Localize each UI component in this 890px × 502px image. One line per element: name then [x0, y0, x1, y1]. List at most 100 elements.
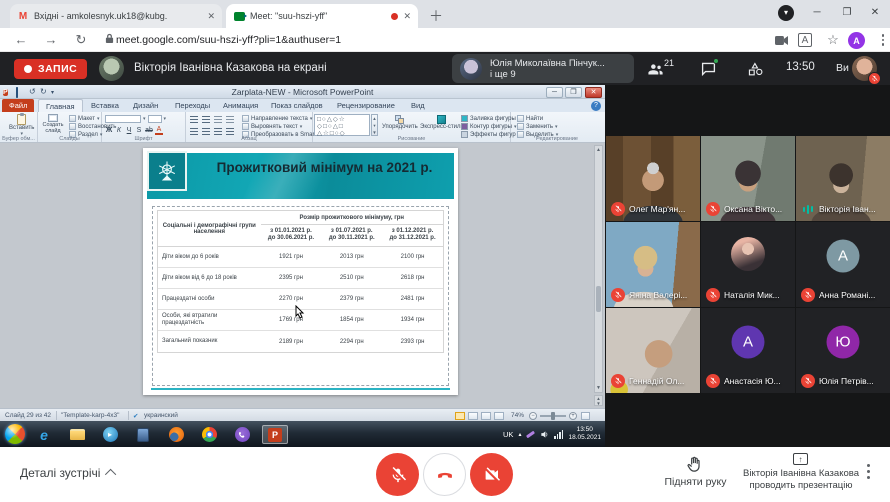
ribbon-tab-home[interactable]: Главная [38, 99, 83, 112]
ie-icon[interactable]: e [31, 425, 57, 444]
pen-icon[interactable] [526, 430, 535, 438]
new-slide-button[interactable]: Создать слайд [40, 114, 66, 134]
viber-icon[interactable] [229, 425, 255, 444]
replace-button[interactable]: Заменить▾ [517, 123, 557, 130]
app-icon[interactable] [130, 425, 156, 444]
participant-tile[interactable]: A Анна Романі... [796, 222, 890, 307]
forward-icon[interactable]: → [42, 31, 60, 49]
ppt-canvas[interactable]: Прожитковий мінімум на 2021 р. Соціальні… [0, 143, 605, 408]
italic-button[interactable]: К [115, 127, 123, 134]
raise-hand-label[interactable]: Підняти руку [648, 476, 743, 488]
slide[interactable]: Прожитковий мінімум на 2021 р. Соціальні… [143, 148, 458, 395]
explorer-icon[interactable] [64, 425, 90, 444]
volume-icon[interactable] [540, 430, 549, 439]
find-button[interactable]: Найти [517, 115, 543, 122]
ribbon-tab-animation[interactable]: Анимация [216, 99, 265, 112]
sorter-view-button[interactable] [468, 412, 478, 420]
reload-icon[interactable]: ↻ [72, 31, 90, 49]
mediaplayer-icon[interactable]: ▸ [97, 425, 123, 444]
zoom-out-icon[interactable]: − [529, 412, 537, 420]
ribbon-tab-transitions[interactable]: Переходы [168, 99, 217, 112]
arrange-button[interactable]: Упорядочить [382, 115, 418, 130]
scroll-thumb[interactable] [596, 286, 601, 312]
minimize-window-button[interactable]: ─ [806, 4, 828, 22]
quick-styles-button[interactable]: Экспресс-стили [420, 115, 464, 130]
slide-nav-buttons[interactable]: ▲▼ [594, 395, 603, 406]
spellcheck-icon[interactable]: ✔ [133, 412, 138, 420]
hidden-icons-arrow[interactable]: ▴ [518, 431, 521, 438]
tab-meet[interactable]: Meet: "suu-hszi-yff" ✕ [226, 4, 418, 28]
normal-view-button[interactable] [455, 412, 465, 420]
fit-to-window-icon[interactable] [581, 412, 590, 420]
new-tab-button[interactable]: ＋ [426, 6, 446, 26]
text-direction-button[interactable]: Направление текста▾ [242, 115, 312, 122]
extension-icon[interactable]: ▾ [778, 5, 794, 21]
list-buttons[interactable] [190, 116, 234, 123]
vertical-scrollbar[interactable]: ▲ ▼ [594, 145, 603, 393]
close-tab-icon[interactable]: ✕ [207, 11, 215, 22]
close-window-button[interactable]: ✕ [864, 4, 886, 22]
chat-icon[interactable] [698, 59, 718, 79]
meeting-details-button[interactable]: Деталі зустрічі [20, 466, 116, 480]
powerpoint-taskbar-icon[interactable]: P [262, 425, 288, 444]
participant-tile[interactable]: Геннадій Ол... [606, 308, 700, 393]
mic-toggle-button[interactable] [376, 453, 419, 496]
chrome-icon[interactable] [196, 425, 222, 444]
close-tab-icon[interactable]: ✕ [403, 11, 411, 22]
underline-button[interactable]: Ч [125, 127, 133, 134]
language-indicator[interactable]: UK [503, 430, 513, 439]
participant-tile[interactable]: Ю Юлія Петрів... [796, 308, 890, 393]
network-icon[interactable] [554, 430, 563, 439]
camera-toggle-button[interactable] [470, 453, 513, 496]
shadow-button[interactable]: S [135, 127, 143, 134]
font-family-select[interactable]: ▾▾ [105, 115, 166, 123]
more-options-icon[interactable] [862, 464, 874, 479]
browser-profile-avatar[interactable]: A [848, 32, 865, 49]
participant-tile[interactable]: Оксана Вікто... [701, 136, 795, 221]
start-button[interactable] [5, 424, 25, 444]
bookmark-star-icon[interactable]: ☆ [824, 31, 842, 49]
end-call-button[interactable] [423, 453, 466, 496]
language-indicator[interactable]: украинский [144, 412, 178, 419]
activities-icon[interactable] [746, 59, 766, 79]
browser-menu-icon[interactable] [874, 31, 890, 49]
slideshow-view-button[interactable] [494, 412, 504, 420]
zoom-slider-thumb[interactable] [551, 412, 555, 420]
ribbon-tab-slideshow[interactable]: Показ слайдов [264, 99, 330, 112]
ribbon-tab-design[interactable]: Дизайн [126, 99, 165, 112]
reading-view-button[interactable] [481, 412, 491, 420]
ribbon-tab-view[interactable]: Вид [404, 99, 432, 112]
restore-window-button[interactable]: ❐ [836, 4, 858, 22]
font-format-buttons[interactable]: Ж К Ч S ab A [105, 126, 163, 135]
scroll-down-icon[interactable]: ▼ [595, 385, 602, 391]
align-buttons[interactable] [190, 128, 234, 135]
tab-gmail[interactable]: M Вхідні - amkolesnyk.uk18@kubg. ✕ [10, 4, 222, 28]
participant-tile[interactable]: Вікторія Іван... [796, 136, 890, 221]
shapes-scroll[interactable]: ▲▾▼ [371, 114, 378, 136]
paste-button[interactable]: Вставить▾ [9, 114, 34, 137]
url-field[interactable]: meet.google.com/suu-hszi-yff?pli=1&authu… [116, 34, 341, 46]
bold-button[interactable]: Ж [105, 127, 113, 134]
align-text-button[interactable]: Выровнять текст▾ [242, 123, 302, 130]
back-icon[interactable]: ← [12, 31, 30, 49]
participants-icon[interactable] [645, 59, 665, 79]
zoom-in-icon[interactable]: + [569, 412, 577, 420]
strike-button[interactable]: ab [145, 127, 153, 134]
font-color-button[interactable]: A [155, 126, 163, 135]
table-placeholder[interactable]: Соціальні і демографічні групи населення… [152, 206, 449, 386]
translate-icon[interactable]: A [798, 33, 812, 47]
ppt-minimize-button[interactable]: ─ [546, 87, 563, 98]
participant-tile[interactable]: Олег Мар'ян... [606, 136, 700, 221]
participant-tile[interactable]: Яніна Валері... [606, 222, 700, 307]
camera-permission-icon[interactable] [772, 31, 790, 49]
ppt-close-button[interactable]: ✕ [585, 87, 602, 98]
participant-tile[interactable]: А Анастасія Ю... [701, 308, 795, 393]
help-icon[interactable]: ? [591, 101, 601, 111]
scroll-up-icon[interactable]: ▲ [595, 147, 602, 153]
shapes-gallery[interactable]: □○△◇☆ ◇□○△□ △☆□○◇ [314, 114, 370, 136]
ppt-restore-button[interactable]: ❐ [565, 87, 582, 98]
firefox-icon[interactable] [163, 425, 189, 444]
ribbon-tab-file[interactable]: Файл [2, 99, 34, 112]
shape-outline-button[interactable]: Контур фигуры▾ [461, 123, 516, 130]
layout-button[interactable]: Макет▾ [69, 115, 100, 122]
